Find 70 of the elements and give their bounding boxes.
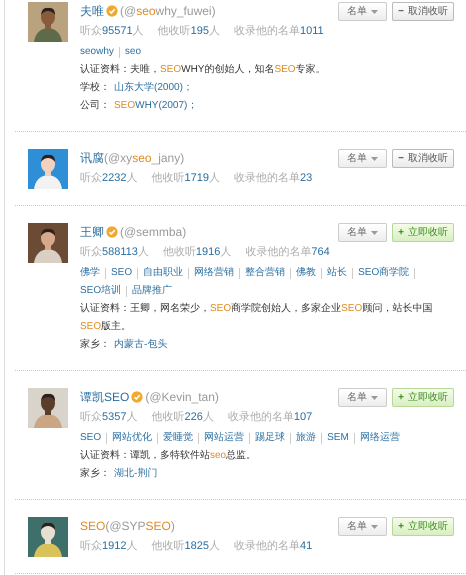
stat-text: 听众5357人 <box>80 410 138 425</box>
tag-link[interactable]: SEO <box>80 429 102 447</box>
follow-button[interactable]: − 取消收听 <box>392 149 454 168</box>
caret-icon <box>371 156 378 160</box>
stat-text: 听众2232人 <box>80 171 138 186</box>
stat-text: 收录他的名单1011 <box>234 24 324 39</box>
stat-text: 收录他的名单23 <box>234 171 312 186</box>
caret-icon <box>371 524 378 528</box>
info-link[interactable]: 山东大学(2000)； <box>114 82 193 93</box>
caret-icon <box>371 230 378 234</box>
list-dropdown-button[interactable]: 名单 <box>338 149 388 168</box>
info-link[interactable]: SEOWHY(2007)； <box>114 100 198 111</box>
user-handle: (@xyseo_jany) <box>104 150 184 167</box>
list-dropdown-button[interactable]: 名单 <box>338 2 388 21</box>
follow-button[interactable]: + 立即收听 <box>392 388 454 407</box>
tag-link[interactable]: 佛学 <box>80 264 100 282</box>
stat-text: 他收听1825人 <box>151 539 220 554</box>
tag-link[interactable]: 网络运营 <box>360 429 400 447</box>
info-line: 学校： 山东大学(2000)； <box>80 80 194 95</box>
info-line: 认证资料：谭凯，多特软件站seo总监。 <box>80 448 258 463</box>
follow-button[interactable]: + 立即收听 <box>392 223 454 242</box>
stat-text: 听众1912人 <box>80 539 138 554</box>
tag-link[interactable]: 站长 <box>327 264 348 282</box>
user-name[interactable]: 夫唯 <box>80 2 104 20</box>
stat-text: 收录他的名单764 <box>245 245 330 260</box>
caret-icon <box>371 396 378 400</box>
follow-button[interactable]: + 立即收听 <box>392 517 454 536</box>
tag-link[interactable]: 踢足球 <box>255 429 286 447</box>
tag-link[interactable]: seo <box>124 43 142 61</box>
list-dropdown-button[interactable]: 名单 <box>338 388 388 407</box>
stat-text: 他收听1719人 <box>151 171 220 186</box>
tag-link[interactable]: 整合营销 <box>245 264 286 282</box>
info-line: 认证资料：王卿，网名荣少，SEO商学院创始人，多家企业SEO顾问，站长中国 SEO版主。 <box>80 302 434 334</box>
tag-link[interactable]: 爱睡觉 <box>163 429 194 447</box>
tag-link[interactable]: 旅游 <box>296 429 316 447</box>
stat-text: 收录他的名单107 <box>228 410 312 425</box>
tag-link[interactable]: 自由职业 <box>143 264 184 282</box>
tag-link[interactable]: 网站优化 <box>112 429 152 447</box>
info-line: 家乡： 湖北-荆门 <box>80 466 158 481</box>
tag-link[interactable]: 佛教 <box>296 264 316 282</box>
info-link[interactable]: 内蒙古-包头 <box>114 339 168 350</box>
user-handle: (@SYPSEO) <box>105 518 175 535</box>
stat-text: 收录他的名单41 <box>234 539 312 554</box>
stat-text: 他收听1916人 <box>162 245 232 260</box>
info-line: 认证资料：夫唯，SEOWHY的创始人，知名SEO专家。 <box>80 62 327 77</box>
tag-link[interactable]: SEM <box>327 429 349 447</box>
info-line: 公司： SEOWHY(2007)； <box>80 99 198 113</box>
user-handle: (@semmba) <box>120 224 186 241</box>
info-line: 家乡： 内蒙古-包头 <box>80 338 168 352</box>
tag-link[interactable]: SEO <box>111 264 132 282</box>
user-name[interactable]: 谭凯SEO <box>80 388 130 406</box>
tag-link[interactable]: 品牌推广 <box>132 282 172 300</box>
list-dropdown-button[interactable]: 名单 <box>338 517 388 536</box>
tag-link[interactable]: 网站运营 <box>204 429 244 447</box>
info-link[interactable]: 湖北-荆门 <box>114 468 158 479</box>
user-name[interactable]: 王卿 <box>80 223 104 241</box>
stat-text: 听众588113人 <box>80 245 149 260</box>
user-name[interactable]: 讯腐 <box>80 149 104 167</box>
stat-text: 他收听195人 <box>158 24 220 39</box>
list-dropdown-button[interactable]: 名单 <box>338 223 388 242</box>
stat-text: 他收听226人 <box>151 410 214 425</box>
tag-link[interactable]: seowhy <box>80 43 114 61</box>
user-handle: (@seowhy_fuwei) <box>120 3 216 20</box>
follow-button[interactable]: − 取消收听 <box>392 2 454 21</box>
user-handle: (@Kevin_tan) <box>145 389 219 406</box>
caret-icon <box>371 10 378 14</box>
tag-link[interactable]: 网络营销 <box>194 264 234 282</box>
tag-link[interactable]: SEO商学院 <box>358 264 410 282</box>
stat-text: 听众95571人 <box>80 24 144 39</box>
tag-link[interactable]: SEO培训 <box>80 282 122 300</box>
